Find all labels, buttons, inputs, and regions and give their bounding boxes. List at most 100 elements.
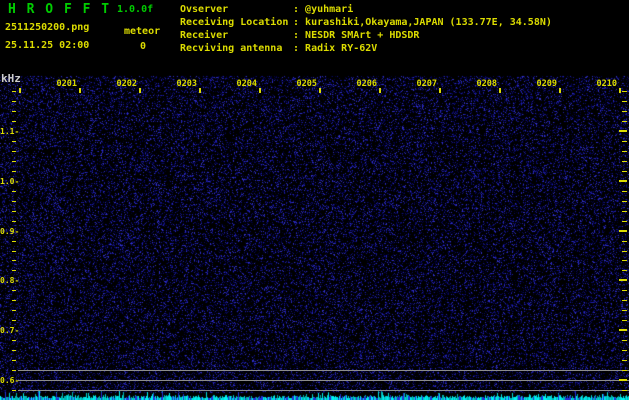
x-tick-label: 0208	[476, 79, 497, 89]
y-tick-mark-right	[622, 91, 627, 92]
x-tick-mark	[439, 88, 441, 93]
echo-band-reference-line	[18, 380, 629, 381]
y-tick-mark-left	[12, 360, 16, 361]
info-value: kurashiki,Okayama,JAPAN (133.77E, 34.58N…	[305, 17, 552, 28]
info-label: Receiver	[180, 30, 229, 41]
observer-info-block: Ovserver: @yuhmari Receiving Location: ku…	[180, 3, 552, 55]
y-tick-mark-right	[622, 270, 627, 271]
y-tick-mark-right	[622, 390, 627, 391]
x-tick-label: 0202	[116, 79, 137, 89]
x-tick-label: 0204	[236, 79, 257, 89]
y-tick-mark-right	[622, 310, 627, 311]
meteor-count: 0	[140, 41, 147, 52]
y-tick-mark-left	[12, 300, 16, 301]
y-tick-mark-left	[12, 191, 16, 192]
y-tick-mark-left	[12, 91, 16, 92]
y-tick-mark-right	[622, 360, 627, 361]
info-colon: :	[293, 43, 306, 54]
y-tick-mark-right	[622, 191, 627, 192]
y-tick-mark-right	[622, 241, 627, 242]
info-row: Recviving antenna: Radix RY-62V	[180, 42, 552, 55]
info-colon: :	[293, 4, 306, 15]
info-row: Ovserver: @yuhmari	[180, 3, 552, 16]
y-tick-mark-left	[12, 201, 16, 202]
y-tick-mark-left	[12, 161, 16, 162]
y-tick-mark-right	[619, 279, 627, 281]
y-tick-mark-right	[622, 260, 627, 261]
y-tick-mark-right	[622, 201, 627, 202]
y-tick-label: 0.8-	[0, 276, 20, 285]
y-tick-mark-right	[622, 101, 627, 102]
y-tick-mark-left	[12, 241, 16, 242]
x-tick-label: 0203	[176, 79, 197, 89]
x-tick-mark	[19, 88, 21, 93]
x-tick-label: 0201	[56, 79, 77, 89]
y-tick-mark-left	[12, 111, 16, 112]
y-tick-mark-left	[12, 101, 16, 102]
y-tick-label: 0.7-	[0, 326, 20, 335]
y-tick-mark-left	[12, 390, 16, 391]
y-tick-label: 1.1-	[0, 127, 20, 136]
app-title: H R O F F T	[8, 2, 111, 17]
info-label: Ovserver	[180, 4, 229, 15]
y-tick-label: 0.9-	[0, 227, 20, 236]
y-tick-mark-left	[12, 151, 16, 152]
y-tick-mark-right	[622, 211, 627, 212]
info-value: Radix RY-62V	[305, 43, 378, 54]
y-tick-mark-right	[622, 370, 627, 371]
y-tick-mark-right	[622, 290, 627, 291]
info-row: Receiving Location: kurashiki,Okayama,JA…	[180, 16, 552, 29]
y-tick-mark-right	[622, 221, 627, 222]
x-tick-mark	[499, 88, 501, 93]
y-tick-mark-left	[12, 340, 16, 341]
y-tick-label: 0.6-	[0, 376, 20, 385]
y-tick-mark-left	[12, 171, 16, 172]
y-tick-label: 1.0-	[0, 177, 20, 186]
info-colon: :	[293, 17, 306, 28]
y-tick-mark-right	[622, 350, 627, 351]
x-tick-label: 0209	[536, 79, 557, 89]
y-tick-mark-left	[12, 270, 16, 271]
x-tick-label: 0210	[596, 79, 617, 89]
x-tick-mark	[199, 88, 201, 93]
y-tick-mark-right	[622, 251, 627, 252]
y-tick-mark-right	[622, 121, 627, 122]
y-tick-mark-left	[12, 260, 16, 261]
x-tick-mark	[319, 88, 321, 93]
y-tick-mark-right	[622, 161, 627, 162]
y-tick-mark-left	[12, 121, 16, 122]
x-tick-mark	[559, 88, 561, 93]
y-tick-mark-right	[619, 329, 627, 331]
y-tick-mark-left	[12, 370, 16, 371]
x-tick-mark	[79, 88, 81, 93]
echo-band-reference-line	[18, 370, 629, 371]
x-tick-mark	[259, 88, 261, 93]
info-label: Receiving Location	[180, 17, 289, 28]
info-row: Receiver: NESDR SMArt + HDSDR	[180, 29, 552, 42]
info-colon: :	[293, 30, 306, 41]
y-tick-mark-right	[622, 171, 627, 172]
y-tick-mark-right	[622, 340, 627, 341]
x-tick-mark	[619, 88, 621, 93]
info-label: Recviving antenna	[180, 43, 283, 54]
y-tick-mark-right	[622, 320, 627, 321]
info-value: @yuhmari	[305, 4, 354, 15]
x-tick-label: 0205	[296, 79, 317, 89]
timestamp-label: 25.11.25 02:00	[5, 40, 90, 51]
x-tick-label: 0206	[356, 79, 377, 89]
y-tick-mark-left	[12, 251, 16, 252]
y-tick-mark-right	[619, 130, 627, 132]
y-axis-unit-label: kHz	[1, 72, 21, 85]
y-tick-mark-right	[622, 111, 627, 112]
y-tick-mark-right	[619, 379, 627, 381]
hrofft-window: H R O F F T 1.0.0f 2511250200.png meteor…	[0, 0, 629, 400]
y-tick-mark-right	[622, 151, 627, 152]
meteor-label: meteor	[124, 26, 161, 37]
spectrogram-canvas	[0, 0, 629, 400]
echo-band-reference-line	[18, 390, 629, 391]
y-tick-mark-left	[12, 320, 16, 321]
x-tick-mark	[139, 88, 141, 93]
y-tick-mark-left	[12, 350, 16, 351]
x-tick-mark	[379, 88, 381, 93]
y-tick-mark-left	[12, 290, 16, 291]
